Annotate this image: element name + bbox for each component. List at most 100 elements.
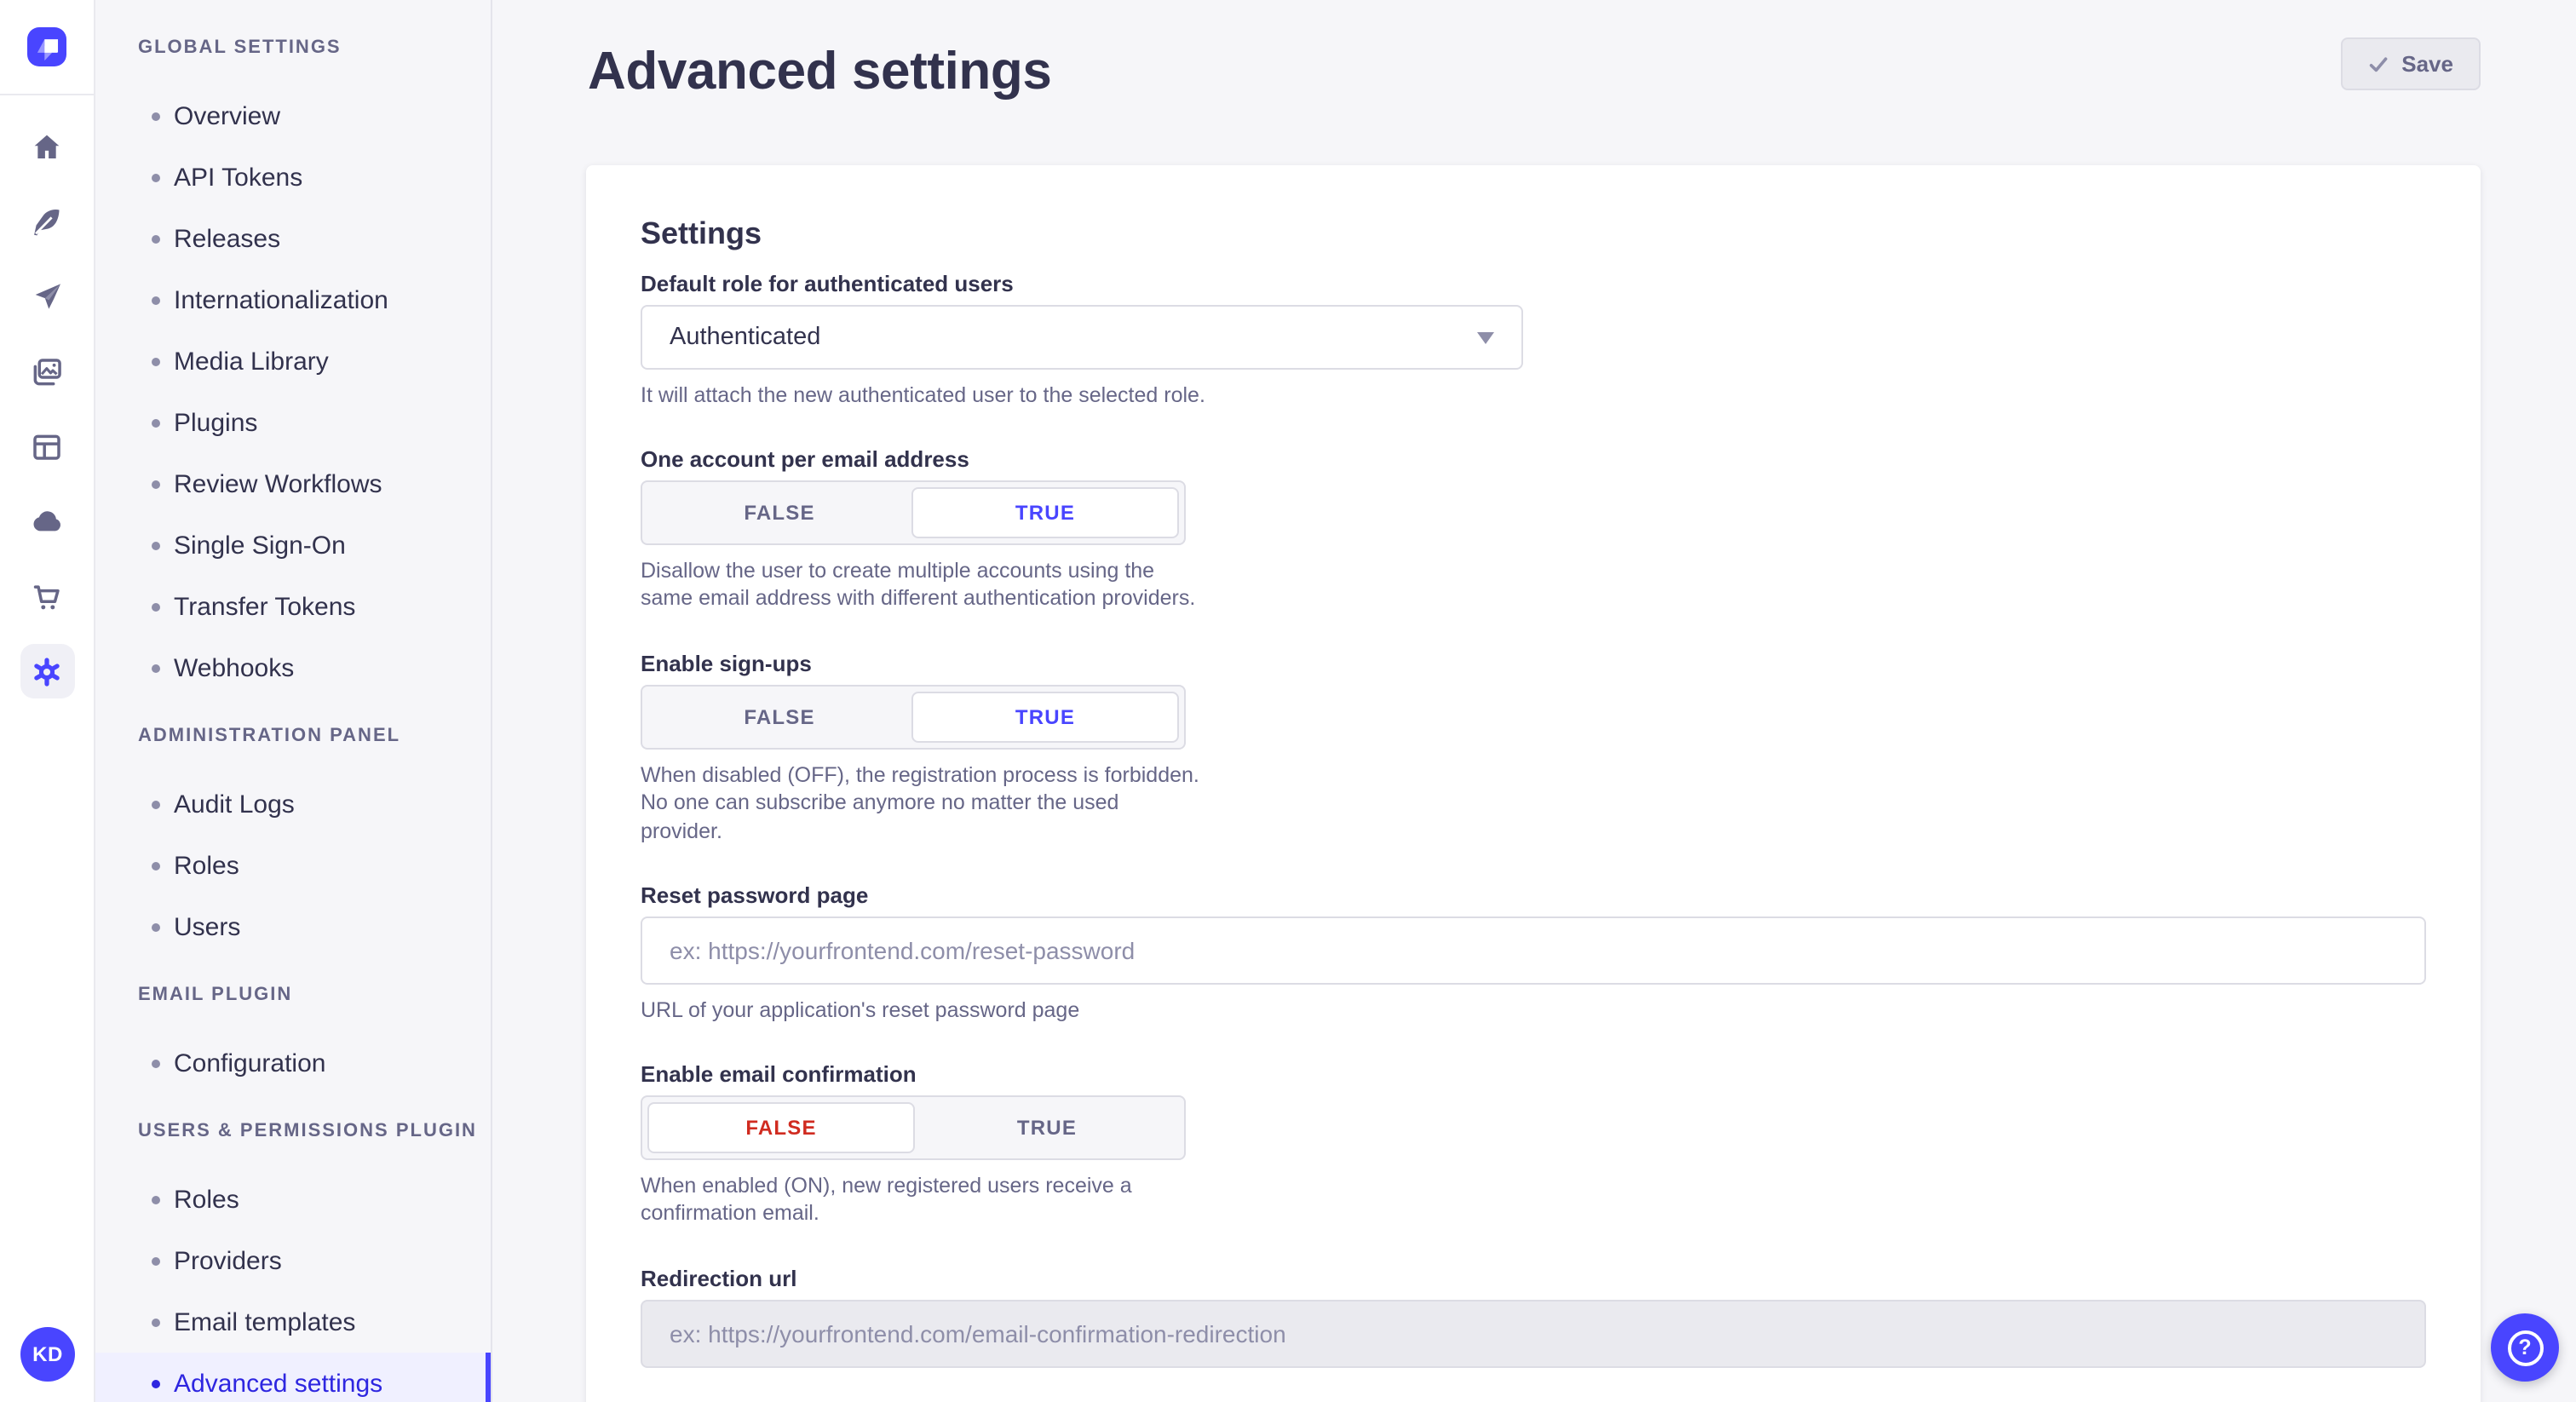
feather-icon: [29, 204, 65, 239]
sidebar-item-providers[interactable]: Providers: [95, 1230, 491, 1291]
section-title: ADMINISTRATION PANEL: [95, 719, 491, 753]
email-confirmation-hint: When enabled (ON), new registered users …: [641, 1172, 1206, 1228]
default-role-hint: It will attach the new authenticated use…: [641, 382, 2426, 409]
sidebar-item-audit-logs[interactable]: Audit Logs: [95, 773, 491, 835]
sidebar-item-label: Users: [174, 912, 240, 941]
bullet-icon: [152, 664, 160, 672]
settings-active-tile: [20, 644, 74, 698]
content-manager-nav-button[interactable]: [0, 409, 95, 484]
strapi-logo[interactable]: [27, 27, 66, 66]
sidebar-item-plugins[interactable]: Plugins: [95, 392, 491, 453]
bullet-icon: [152, 1379, 160, 1388]
sidebar-item-label: API Tokens: [174, 163, 302, 192]
sidebar-item-review-workflows[interactable]: Review Workflows: [95, 453, 491, 514]
bullet-icon: [152, 296, 160, 304]
bullet-icon: [152, 1318, 160, 1326]
sidebar-item-label: Providers: [174, 1246, 282, 1275]
settings-card: Settings Default role for authenticated …: [586, 165, 2481, 1402]
releases-nav-button[interactable]: [0, 259, 95, 334]
home-icon: [29, 129, 65, 164]
sidebar-item-label: Internationalization: [174, 285, 388, 314]
default-role-value: Authenticated: [670, 324, 820, 351]
sidebar-item-media-library[interactable]: Media Library: [95, 330, 491, 392]
sidebar-section-administration-panel: ADMINISTRATION PANEL Audit Logs Roles Us…: [95, 719, 491, 957]
sign-ups-toggle: FALSE TRUE: [641, 685, 1186, 750]
help-button[interactable]: ?: [2491, 1313, 2559, 1382]
app-window: KD GLOBAL SETTINGS Overview API Tokens R…: [0, 0, 2576, 1402]
sidebar-item-internationalization[interactable]: Internationalization: [95, 269, 491, 330]
bullet-icon: [152, 861, 160, 870]
images-icon: [29, 353, 65, 389]
marketplace-nav-button[interactable]: [0, 559, 95, 634]
sidebar-section-users-permissions-plugin: USERS & PERMISSIONS PLUGIN Roles Provide…: [95, 1114, 491, 1402]
page-title: Advanced settings: [588, 41, 1051, 102]
sidebar-item-label: Transfer Tokens: [174, 592, 355, 621]
sidebar-item-label: Single Sign-On: [174, 531, 346, 560]
sidebar-item-label: Roles: [174, 851, 239, 880]
email-confirmation-false-option[interactable]: FALSE: [647, 1102, 915, 1153]
reset-password-input[interactable]: [641, 916, 2426, 985]
home-nav-button[interactable]: [0, 109, 95, 184]
paper-plane-icon: [30, 279, 64, 313]
default-role-label: Default role for authenticated users: [641, 271, 2426, 298]
one-account-label: One account per email address: [641, 446, 2426, 474]
avatar[interactable]: KD: [20, 1327, 75, 1382]
main-content: Advanced settings Save Settings Default …: [492, 0, 2576, 1402]
sidebar-item-up-roles[interactable]: Roles: [95, 1169, 491, 1230]
email-confirmation-label: Enable email confirmation: [641, 1061, 2426, 1089]
bullet-icon: [152, 418, 160, 427]
settings-nav-button[interactable]: [0, 634, 95, 709]
one-account-toggle: FALSE TRUE: [641, 480, 1186, 545]
redirection-url-input[interactable]: [641, 1300, 2426, 1368]
sidebar-item-api-tokens[interactable]: API Tokens: [95, 147, 491, 208]
field-default-role: Default role for authenticated users Aut…: [641, 271, 2426, 409]
reset-password-label: Reset password page: [641, 882, 2426, 910]
bullet-icon: [152, 112, 160, 120]
deploy-nav-button[interactable]: [0, 484, 95, 559]
sign-ups-hint: When disabled (OFF), the registration pr…: [641, 761, 1206, 845]
email-confirmation-true-option[interactable]: TRUE: [915, 1102, 1179, 1153]
sidebar-item-label: Media Library: [174, 347, 329, 376]
sidebar-item-advanced-settings[interactable]: Advanced settings: [95, 1353, 491, 1402]
bullet-icon: [152, 173, 160, 181]
question-mark-icon: ?: [2507, 1330, 2543, 1365]
sidebar-section-global-settings: GLOBAL SETTINGS Overview API Tokens Rele…: [95, 31, 491, 698]
rail-icon-nav: [0, 95, 94, 709]
sidebar-item-overview[interactable]: Overview: [95, 85, 491, 147]
bullet-icon: [152, 800, 160, 808]
cloud-icon: [28, 503, 66, 540]
layout-icon: [29, 428, 65, 464]
save-button[interactable]: Save: [2340, 37, 2481, 90]
section-title: EMAIL PLUGIN: [95, 978, 491, 1012]
card-section-title: Settings: [641, 213, 2426, 254]
section-title: GLOBAL SETTINGS: [95, 31, 491, 65]
sidebar-item-label: Overview: [174, 101, 280, 130]
sign-ups-true-option[interactable]: TRUE: [911, 692, 1179, 743]
sidebar-item-email-configuration[interactable]: Configuration: [95, 1032, 491, 1094]
sidebar-item-transfer-tokens[interactable]: Transfer Tokens: [95, 576, 491, 637]
one-account-false-option[interactable]: FALSE: [647, 487, 911, 538]
sidebar-item-single-sign-on[interactable]: Single Sign-On: [95, 514, 491, 576]
field-sign-ups: Enable sign-ups FALSE TRUE When disabled…: [641, 651, 2426, 845]
sidebar-item-releases[interactable]: Releases: [95, 208, 491, 269]
check-icon: [2367, 54, 2388, 74]
sidebar-item-label: Configuration: [174, 1049, 325, 1077]
sidebar-item-admin-users[interactable]: Users: [95, 896, 491, 957]
bullet-icon: [152, 1256, 160, 1265]
sign-ups-false-option[interactable]: FALSE: [647, 692, 911, 743]
one-account-hint: Disallow the user to create multiple acc…: [641, 557, 1206, 613]
gear-icon: [29, 653, 65, 689]
logo-area: [0, 0, 94, 95]
default-role-select[interactable]: Authenticated: [641, 305, 1523, 370]
bullet-icon: [152, 234, 160, 243]
one-account-true-option[interactable]: TRUE: [911, 487, 1179, 538]
reset-password-hint: URL of your application's reset password…: [641, 997, 2426, 1024]
sidebar-item-webhooks[interactable]: Webhooks: [95, 637, 491, 698]
sidebar-item-label: Audit Logs: [174, 790, 295, 819]
media-library-nav-button[interactable]: [0, 334, 95, 409]
content-builder-nav-button[interactable]: [0, 184, 95, 259]
sidebar-item-admin-roles[interactable]: Roles: [95, 835, 491, 896]
chevron-down-icon: [1477, 331, 1494, 343]
sidebar-item-email-templates[interactable]: Email templates: [95, 1291, 491, 1353]
email-confirmation-toggle: FALSE TRUE: [641, 1095, 1186, 1160]
